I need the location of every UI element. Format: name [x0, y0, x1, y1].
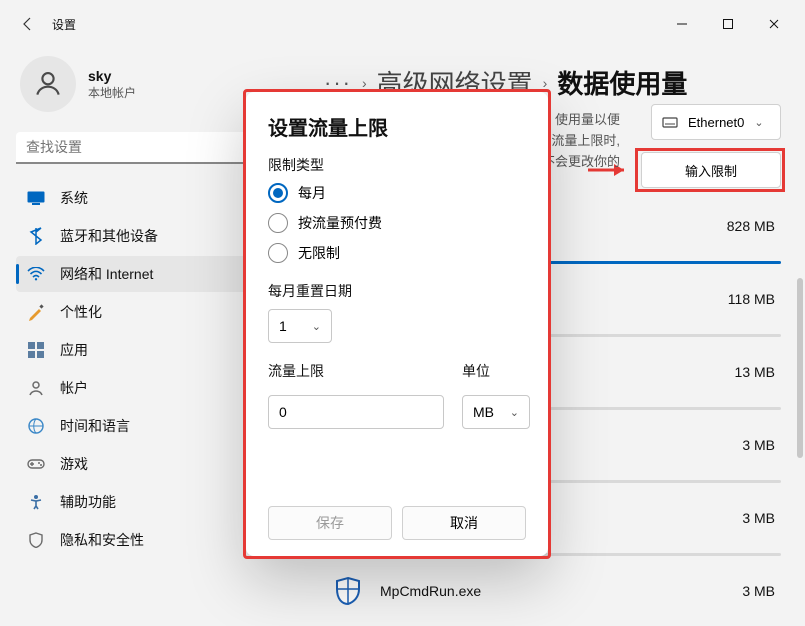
enter-limit-label: 输入限制 [685, 161, 737, 180]
close-button[interactable] [751, 8, 797, 40]
ethernet-icon [662, 115, 678, 129]
accessibility-icon [26, 492, 46, 512]
gaming-icon [26, 454, 46, 474]
chevron-right-icon: › [543, 75, 548, 91]
app-size: 3 MB [742, 510, 775, 526]
sidebar-item-bluetooth[interactable]: 蓝牙和其他设备 [16, 218, 284, 254]
back-button[interactable] [8, 4, 48, 44]
radio-icon [268, 183, 288, 203]
system-icon [26, 188, 46, 208]
chevron-down-icon: ⌄ [312, 320, 321, 333]
avatar [20, 56, 76, 112]
save-button[interactable]: 保存 [268, 506, 392, 540]
network-adapter-label: Ethernet0 [688, 115, 744, 130]
data-limit-label: 流量上限 [268, 361, 444, 381]
user-row[interactable]: sky 本地帐户 [16, 48, 284, 132]
save-label: 保存 [316, 513, 344, 533]
app-size: 828 MB [727, 218, 775, 234]
radio-label: 每月 [298, 183, 326, 203]
app-size: 13 MB [735, 364, 775, 380]
data-limit-input[interactable] [268, 395, 444, 429]
sidebar-nav: 系统 蓝牙和其他设备 网络和 Internet 个性化 应用 帐户 [16, 180, 284, 558]
unit-select[interactable]: MB ⌄ [462, 395, 530, 429]
scrollbar-thumb[interactable] [797, 278, 803, 458]
user-account-type: 本地帐户 [88, 84, 136, 101]
privacy-icon [26, 530, 46, 550]
apps-icon [26, 340, 46, 360]
unit-value: MB [473, 404, 494, 420]
time-language-icon [26, 416, 46, 436]
radio-label: 无限制 [298, 243, 340, 263]
sidebar-item-label: 系统 [60, 188, 88, 208]
limit-type-label: 限制类型 [268, 155, 526, 175]
unit-label: 单位 [462, 361, 530, 381]
defender-icon [330, 573, 366, 609]
bluetooth-icon [26, 226, 46, 246]
reset-day-value: 1 [279, 318, 287, 334]
search-input[interactable] [16, 132, 284, 164]
minimize-button[interactable] [659, 8, 705, 40]
sidebar-item-network[interactable]: 网络和 Internet [16, 256, 284, 292]
page-title: 数据使用量 [557, 64, 687, 101]
sidebar-item-privacy[interactable]: 隐私和安全性 [16, 522, 284, 558]
data-limit-dialog: 设置流量上限 限制类型 每月 按流量预付费 无限制 每月重置日期 1 ⌄ 流量上… [246, 92, 548, 556]
accounts-icon [26, 378, 46, 398]
app-name: MpCmdRun.exe [380, 583, 481, 599]
window-controls [659, 8, 797, 40]
radio-icon [268, 243, 288, 263]
app-size: 3 MB [742, 583, 775, 599]
radio-label: 按流量预付费 [298, 213, 382, 233]
sidebar-item-label: 时间和语言 [60, 416, 130, 436]
sidebar-item-label: 蓝牙和其他设备 [60, 226, 158, 246]
app-row: MpCmdRun.exe 3 MB [324, 556, 781, 626]
window-title: 设置 [52, 16, 76, 33]
radio-unlimited[interactable]: 无限制 [268, 243, 526, 263]
user-name: sky [88, 68, 136, 84]
chevron-right-icon: › [362, 75, 367, 91]
sidebar-item-accounts[interactable]: 帐户 [16, 370, 284, 406]
radio-icon [268, 213, 288, 233]
sidebar-item-label: 隐私和安全性 [60, 530, 144, 550]
sidebar-item-system[interactable]: 系统 [16, 180, 284, 216]
sidebar-item-gaming[interactable]: 游戏 [16, 446, 284, 482]
maximize-button[interactable] [705, 8, 751, 40]
cancel-button[interactable]: 取消 [402, 506, 526, 540]
sidebar-item-label: 网络和 Internet [60, 264, 153, 284]
sidebar-item-apps[interactable]: 应用 [16, 332, 284, 368]
cancel-label: 取消 [450, 513, 478, 533]
sidebar-item-accessibility[interactable]: 辅助功能 [16, 484, 284, 520]
enter-limit-button[interactable]: 输入限制 [641, 152, 781, 188]
sidebar-item-time-language[interactable]: 时间和语言 [16, 408, 284, 444]
radio-monthly[interactable]: 每月 [268, 183, 526, 203]
personalize-icon [26, 302, 46, 322]
titlebar: 设置 [0, 0, 805, 48]
sidebar-item-label: 应用 [60, 340, 88, 360]
sidebar-item-personalization[interactable]: 个性化 [16, 294, 284, 330]
app-size: 3 MB [742, 437, 775, 453]
dialog-title: 设置流量上限 [268, 112, 526, 141]
sidebar-item-label: 游戏 [60, 454, 88, 474]
sidebar-item-label: 辅助功能 [60, 492, 116, 512]
radio-prepaid[interactable]: 按流量预付费 [268, 213, 526, 233]
chevron-down-icon: ⌄ [510, 406, 519, 419]
wifi-icon [26, 264, 46, 284]
sidebar-item-label: 帐户 [60, 378, 88, 398]
chevron-down-icon: ⌄ [754, 116, 763, 129]
reset-day-label: 每月重置日期 [268, 281, 526, 301]
network-adapter-select[interactable]: Ethernet0 ⌄ [651, 104, 781, 140]
sidebar-item-label: 个性化 [60, 302, 102, 322]
app-size: 118 MB [728, 291, 775, 307]
reset-day-select[interactable]: 1 ⌄ [268, 309, 332, 343]
